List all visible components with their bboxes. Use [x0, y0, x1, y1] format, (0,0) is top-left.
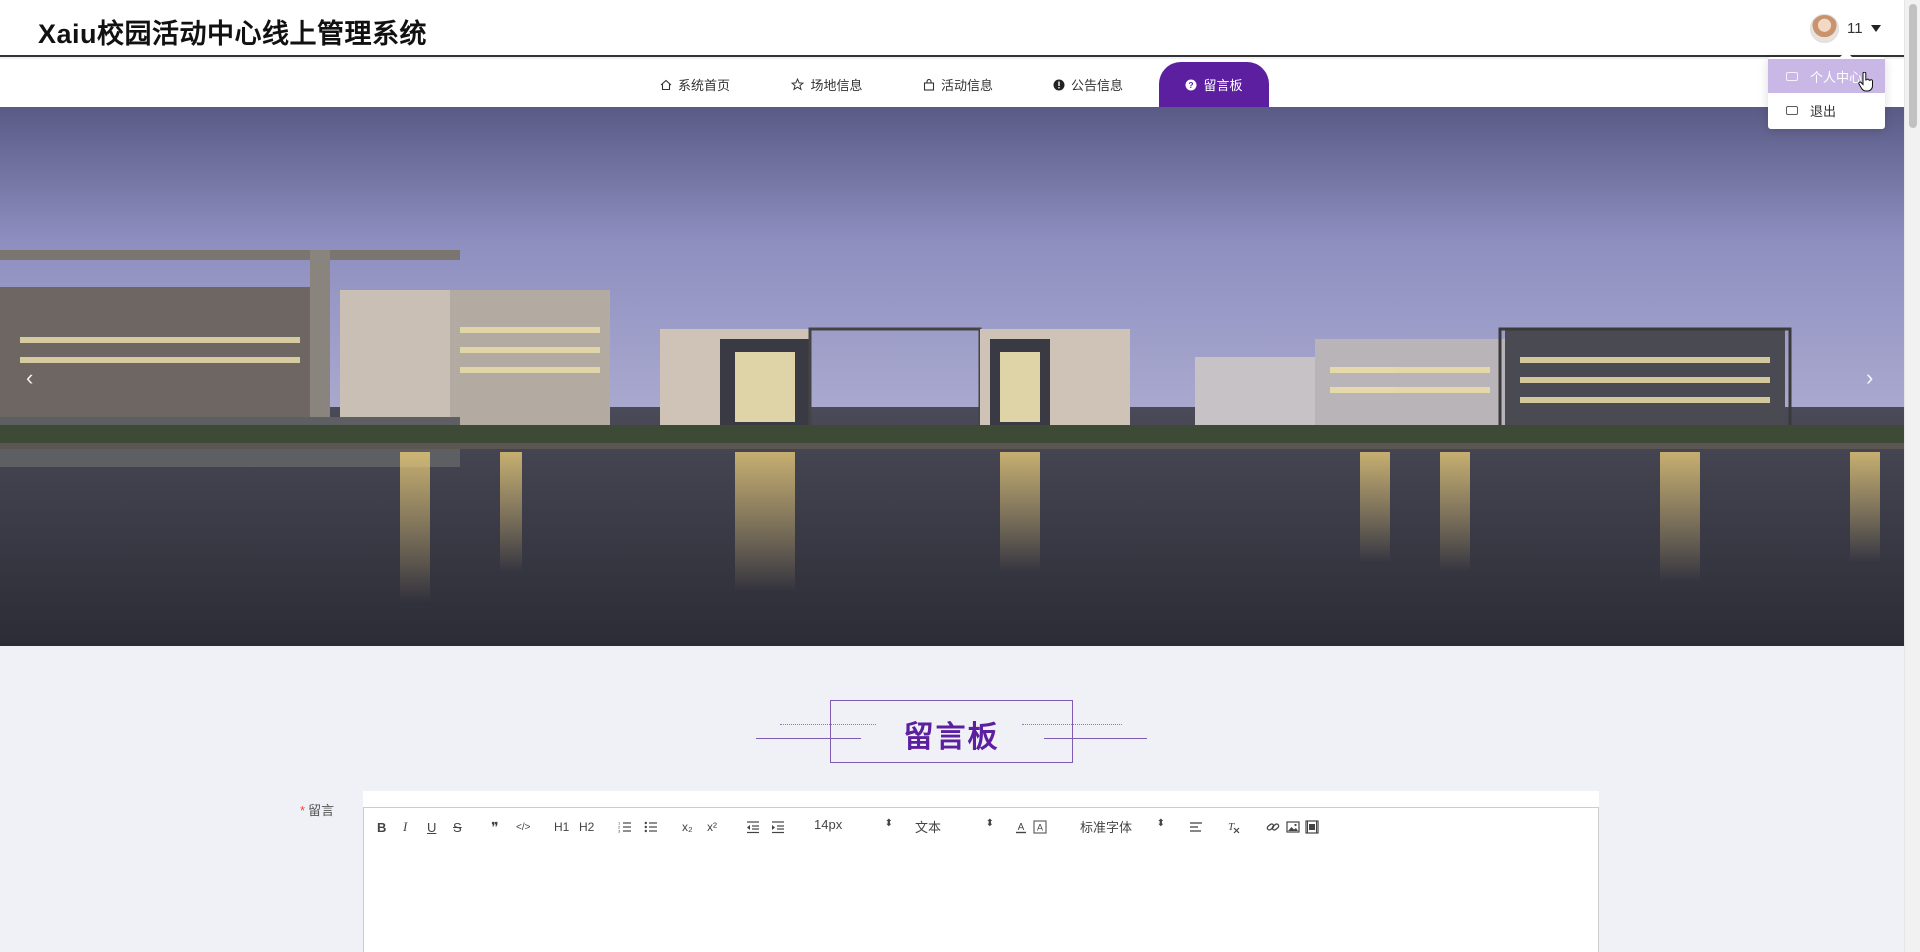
- question-icon: ?: [1185, 79, 1197, 90]
- subscript-button[interactable]: x₂: [682, 818, 693, 836]
- main-nav: 系统首页 场地信息 活动信息 公告信息 ? 留言板: [0, 59, 1904, 107]
- campus-banner-image: [0, 107, 1904, 646]
- user-menu-trigger[interactable]: 11: [1810, 14, 1881, 43]
- menu-item-profile-label: 个人中心: [1810, 69, 1863, 85]
- bullet-list-icon[interactable]: [644, 818, 658, 836]
- logout-icon: [1786, 105, 1798, 115]
- nav-label-venue: 场地信息: [810, 78, 863, 93]
- strike-button[interactable]: S: [453, 818, 462, 836]
- section-title: 留言板: [903, 721, 1000, 754]
- page-scrollbar[interactable]: [1904, 0, 1920, 952]
- nav-item-activity[interactable]: 活动信息: [915, 62, 1001, 107]
- nav-item-notice[interactable]: 公告信息: [1045, 62, 1131, 107]
- svg-text:A: A: [1037, 823, 1043, 833]
- avatar[interactable]: [1810, 14, 1839, 43]
- code-block-button[interactable]: </>: [516, 818, 530, 836]
- home-icon: [660, 79, 672, 90]
- info-icon: [1053, 79, 1065, 90]
- italic-button[interactable]: I: [403, 818, 407, 836]
- svg-text:A: A: [1018, 822, 1025, 833]
- outdent-icon[interactable]: [746, 818, 760, 836]
- editor-toolbar: B I U S ❞ </> H1 H2 123 x₂ x² 14px 文本 A …: [363, 807, 1599, 845]
- bag-icon: [923, 78, 935, 91]
- menu-item-logout[interactable]: 退出: [1768, 93, 1885, 127]
- svg-text:T: T: [1228, 821, 1235, 833]
- nav-item-message-board[interactable]: ? 留言板: [1159, 62, 1269, 107]
- carousel-next-arrow[interactable]: ›: [1866, 365, 1873, 391]
- link-icon[interactable]: [1266, 818, 1280, 836]
- h1-button[interactable]: H1: [554, 818, 569, 836]
- message-editor-area[interactable]: [363, 844, 1599, 952]
- scrollbar-thumb[interactable]: [1909, 4, 1917, 128]
- align-left-icon[interactable]: [1189, 818, 1203, 836]
- user-name[interactable]: 11: [1847, 20, 1863, 37]
- message-label-text: 留言: [308, 803, 335, 818]
- h2-button[interactable]: H2: [579, 818, 594, 836]
- font-family-select[interactable]: 标准字体: [1080, 817, 1165, 835]
- site-title: Xaiu校园活动中心线上管理系统: [38, 19, 428, 49]
- star-icon: [791, 78, 805, 91]
- superscript-button[interactable]: x²: [707, 818, 717, 836]
- hand-cursor-icon: [1858, 72, 1873, 92]
- rich-text-editor: B I U S ❞ </> H1 H2 123 x₂ x² 14px 文本 A …: [363, 791, 1599, 952]
- background-color-icon[interactable]: A: [1033, 818, 1047, 836]
- caret-down-icon[interactable]: [1870, 25, 1881, 32]
- id-card-icon: [1786, 71, 1798, 81]
- user-dropdown-menu: 个人中心 退出: [1768, 51, 1885, 129]
- svg-text:?: ?: [1189, 80, 1194, 90]
- nav-label-home: 系统首页: [677, 78, 730, 93]
- section-title-decoration: 留言板: [756, 700, 1147, 764]
- menu-item-logout-label: 退出: [1810, 103, 1837, 119]
- nav-label-activity: 活动信息: [940, 78, 993, 93]
- clear-format-icon[interactable]: T: [1226, 818, 1240, 836]
- nav-label-message-board: 留言板: [1203, 78, 1243, 93]
- nav-item-venue[interactable]: 场地信息: [784, 62, 870, 107]
- font-size-select[interactable]: 14px: [814, 817, 893, 835]
- underline-button[interactable]: U: [427, 818, 436, 836]
- blockquote-button[interactable]: ❞: [491, 818, 499, 836]
- ordered-list-icon[interactable]: 123: [618, 818, 632, 836]
- carousel-prev-arrow[interactable]: ‹: [26, 365, 33, 391]
- top-header: Xaiu校园活动中心线上管理系统 11: [0, 0, 1904, 57]
- required-mark: *: [300, 803, 306, 818]
- message-field-label: * 留言: [300, 800, 334, 819]
- text-color-icon[interactable]: A: [1014, 818, 1028, 836]
- indent-icon[interactable]: [771, 818, 785, 836]
- image-icon[interactable]: [1286, 818, 1300, 836]
- video-icon[interactable]: [1305, 818, 1319, 836]
- banner-carousel[interactable]: ‹ ›: [0, 107, 1904, 646]
- nav-label-notice: 公告信息: [1070, 78, 1123, 93]
- nav-item-home[interactable]: 系统首页: [652, 62, 738, 107]
- svg-text:3: 3: [618, 829, 621, 834]
- bold-button[interactable]: B: [377, 818, 386, 836]
- header-select[interactable]: 文本: [915, 817, 994, 835]
